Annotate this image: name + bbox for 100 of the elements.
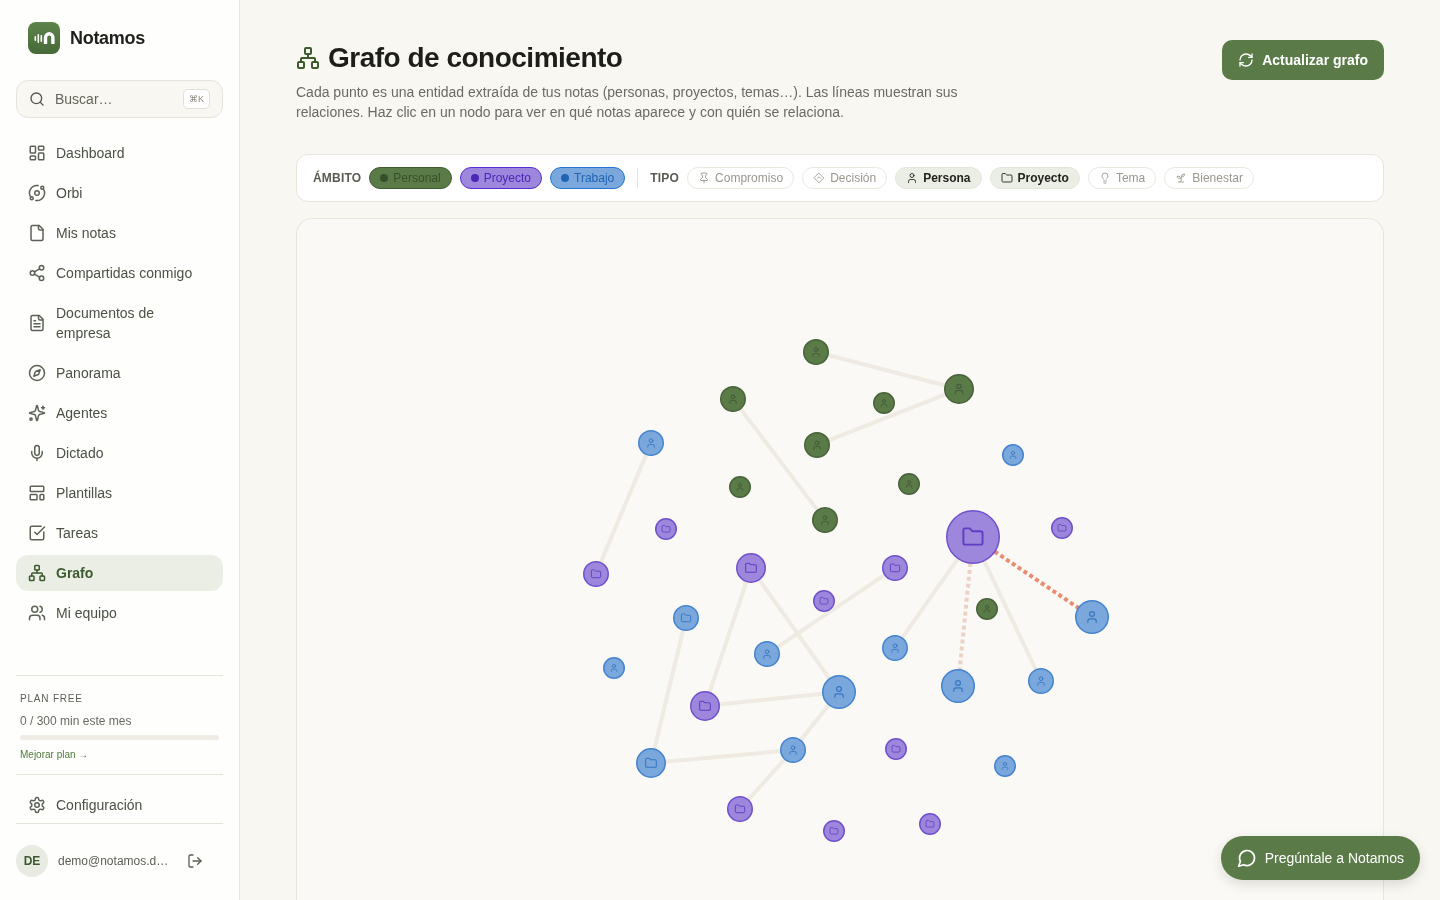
graph-node[interactable] (736, 553, 766, 583)
graph-node[interactable] (1051, 517, 1073, 539)
graph-node[interactable] (941, 669, 975, 703)
graph-node[interactable] (638, 430, 664, 456)
settings-icon (28, 796, 46, 814)
person-icon (1087, 611, 1097, 624)
graph-node[interactable] (803, 339, 829, 365)
folder-icon (645, 757, 657, 768)
logout-icon (187, 853, 203, 869)
brand-name: Notamos (70, 27, 145, 49)
microphone-icon (28, 444, 46, 462)
graph-node[interactable] (603, 657, 625, 679)
graph-node[interactable] (812, 507, 838, 533)
folder-icon (925, 820, 935, 828)
nav-item[interactable]: Orbi (16, 175, 223, 211)
folder-icon (699, 700, 711, 711)
folder-icon (819, 597, 829, 605)
person-icon (954, 383, 964, 395)
ask-assistant-button[interactable]: Pregúntale a Notamos (1220, 836, 1420, 880)
graph-node[interactable] (720, 386, 746, 412)
person-icon (736, 483, 744, 491)
folder-icon (1057, 524, 1067, 532)
upgrade-link[interactable]: Mejorar plan → (20, 748, 89, 762)
search-field[interactable]: Buscar… ⌘K (16, 80, 223, 118)
graph-node[interactable] (823, 820, 845, 842)
sparkles-icon (28, 404, 46, 422)
person-icon (789, 745, 797, 755)
nav-item[interactable]: Grafo (16, 555, 223, 591)
graph-node[interactable] (813, 590, 835, 612)
sitemap-icon (296, 46, 320, 70)
person-icon (906, 172, 919, 184)
graph-node[interactable] (780, 737, 806, 763)
filter-label: ÁMBITO (313, 171, 362, 185)
nav-item[interactable]: Tareas (16, 515, 223, 551)
graph-node[interactable] (994, 755, 1016, 777)
graph-node[interactable] (882, 555, 908, 581)
person-icon (610, 664, 618, 672)
folder-icon (962, 527, 984, 546)
lightbulb-icon (1098, 172, 1111, 184)
dot-icon (470, 174, 479, 182)
settings-link[interactable]: Configuración (16, 787, 223, 823)
person-icon (1009, 451, 1017, 459)
search-input[interactable]: Buscar… (55, 89, 173, 109)
document-icon (28, 314, 46, 332)
graph-node[interactable] (882, 635, 908, 661)
graph-node[interactable] (919, 813, 941, 835)
refresh-icon (1238, 52, 1255, 68)
graph-node[interactable] (754, 641, 780, 667)
nav-item[interactable]: Documentos de empresa (16, 295, 223, 351)
graph-node[interactable] (1028, 668, 1054, 694)
chat-bubble-icon (1236, 848, 1257, 868)
dashboard-icon (28, 144, 46, 162)
compass-icon (28, 364, 46, 382)
logo-icon (28, 22, 60, 54)
type-filter[interactable]: Persona (895, 167, 982, 189)
graph-node[interactable] (944, 374, 974, 404)
person-icon (1001, 762, 1009, 770)
graph-node[interactable] (690, 691, 720, 721)
graph-node[interactable] (636, 748, 666, 778)
refresh-button[interactable]: Actualizar grafo (1222, 40, 1384, 80)
page-title: Grafo de conocimiento (328, 41, 623, 75)
person-icon (834, 686, 844, 699)
person-icon (983, 605, 991, 613)
pin-icon (698, 172, 711, 184)
type-filter[interactable]: Proyecto (989, 167, 1080, 189)
page-description: Cada punto es una entidad extraída de tus notas (personas, proyectos, temas…). Las líneas muestran sus relaciones. Haz clic en un nodo para ver en qué notas aparece y con quién se relaciona. (296, 83, 959, 122)
graph-node[interactable] (1075, 600, 1109, 634)
graph-node[interactable] (655, 518, 677, 540)
graph-node[interactable] (729, 476, 751, 498)
user-email: demo@notamos.d… (58, 854, 170, 868)
graph-node[interactable] (873, 392, 895, 414)
nav-item[interactable]: Dictado (16, 435, 223, 471)
graph-node[interactable] (804, 432, 830, 458)
dot-icon (380, 174, 389, 182)
graph-node[interactable] (1002, 444, 1024, 466)
graph-node[interactable] (822, 675, 856, 709)
nav-item[interactable]: Agentes (16, 395, 223, 431)
folder-icon (745, 562, 757, 573)
graph-node[interactable] (727, 796, 753, 822)
shortcut-key: ⌘K (183, 89, 210, 109)
sitemap-icon (28, 564, 46, 582)
folder-icon (889, 563, 901, 573)
graph-node[interactable] (976, 598, 998, 620)
graph-node[interactable] (673, 605, 699, 631)
nav-item[interactable]: Dashboard (16, 135, 223, 171)
graph-node[interactable] (946, 510, 1000, 564)
nav-item[interactable]: Mis notas (16, 215, 223, 251)
folder-icon (734, 804, 746, 814)
nav-item[interactable]: Mi equipo (16, 595, 223, 631)
graph-node[interactable] (898, 473, 920, 495)
person-icon (891, 643, 899, 653)
graph-node[interactable] (885, 738, 907, 760)
nav-item[interactable]: Compartidas conmigo (16, 255, 223, 291)
person-icon (729, 394, 737, 404)
folder-icon (680, 613, 692, 623)
nav-item[interactable]: Plantillas (16, 475, 223, 511)
graph-node[interactable] (583, 561, 609, 587)
usage-text: 0 / 300 min este mes (20, 713, 132, 729)
nav-item[interactable]: Panorama (16, 355, 223, 391)
folder-icon (1000, 172, 1013, 184)
